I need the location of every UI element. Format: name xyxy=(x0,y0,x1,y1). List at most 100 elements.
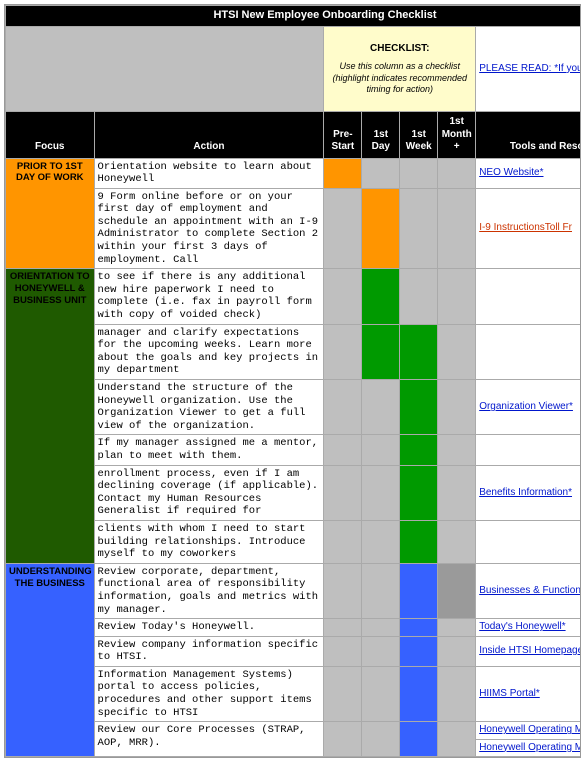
col-tools: Tools and Resources xyxy=(476,112,581,159)
timing-cell xyxy=(400,619,438,637)
timing-cell xyxy=(362,636,400,666)
table-row: UNDERSTANDING THE BUSINESS Review corpor… xyxy=(6,563,582,618)
resource-cell: I-9 InstructionsToll Fr xyxy=(476,188,581,269)
timing-cell xyxy=(362,380,400,435)
resource-cell xyxy=(476,435,581,465)
timing-cell xyxy=(400,666,438,721)
table-row: ORIENTATION TO HONEYWELL & BUSINESS UNIT… xyxy=(6,269,582,324)
timing-cell xyxy=(362,465,400,520)
resource-cell xyxy=(476,324,581,379)
resource-cell xyxy=(476,520,581,563)
header-blank xyxy=(6,27,324,112)
table-row: PRIOR TO 1ST DAY OF WORK Orientation web… xyxy=(6,158,582,188)
resource-cell: Today's Honeywell* xyxy=(476,619,581,637)
col-day1: 1st Day xyxy=(362,112,400,159)
timing-cell xyxy=(362,520,400,563)
timing-cell xyxy=(400,188,438,269)
resource-cell: Honeywell Operating Model* xyxy=(476,722,581,740)
resource-cell: Benefits Information* xyxy=(476,465,581,520)
timing-cell xyxy=(362,324,400,379)
section-orientation: ORIENTATION TO HONEYWELL & BUSINESS UNIT xyxy=(6,269,95,563)
section-prior: PRIOR TO 1ST DAY OF WORK xyxy=(6,158,95,269)
timing-cell xyxy=(324,563,362,618)
timing-cell xyxy=(324,269,362,324)
timing-cell xyxy=(438,722,476,757)
timing-cell xyxy=(324,465,362,520)
col-week1: 1st Week xyxy=(400,112,438,159)
timing-cell xyxy=(324,158,362,188)
timing-cell xyxy=(362,619,400,637)
col-action: Action xyxy=(94,112,324,159)
timing-cell xyxy=(324,520,362,563)
timing-cell xyxy=(362,435,400,465)
resource-cell: HIIMS Portal* xyxy=(476,666,581,721)
timing-cell xyxy=(438,465,476,520)
resource-cell xyxy=(476,269,581,324)
resource-link[interactable]: I-9 InstructionsToll Fr xyxy=(479,222,572,233)
resource-link[interactable]: NEO Website* xyxy=(479,167,543,178)
resource-link[interactable]: Businesses & Functions Site* xyxy=(479,585,581,596)
timing-cell xyxy=(362,722,400,757)
section-understanding: UNDERSTANDING THE BUSINESS xyxy=(6,563,95,757)
action-cell: enrollment process, even if I am declini… xyxy=(94,465,324,520)
timing-cell xyxy=(400,380,438,435)
action-cell: Review our Core Processes (STRAP, AOP, M… xyxy=(94,722,324,757)
timing-cell xyxy=(400,324,438,379)
timing-cell xyxy=(438,619,476,637)
action-cell: manager and clarify expectations for the… xyxy=(94,324,324,379)
resource-cell: Organization Viewer* xyxy=(476,380,581,435)
action-cell: If my manager assigned me a mentor, plan… xyxy=(94,435,324,465)
timing-cell xyxy=(400,636,438,666)
resource-cell: Honeywell Operating Model Vid xyxy=(476,739,581,757)
timing-cell xyxy=(324,380,362,435)
timing-cell xyxy=(400,465,438,520)
timing-cell xyxy=(400,563,438,618)
resource-link[interactable]: Honeywell Operating Model* xyxy=(479,724,581,735)
timing-cell xyxy=(438,324,476,379)
col-focus: Focus xyxy=(6,112,95,159)
timing-cell xyxy=(438,636,476,666)
action-cell: Review company information specific to H… xyxy=(94,636,324,666)
action-cell: Orientation website to learn about Honey… xyxy=(94,158,324,188)
title-bar: HTSI New Employee Onboarding Checklist xyxy=(6,6,582,27)
resource-link[interactable]: HIIMS Portal* xyxy=(479,688,540,699)
resource-link[interactable]: Honeywell Operating Model Vid xyxy=(479,742,581,753)
timing-cell xyxy=(362,563,400,618)
resource-cell: NEO Website* xyxy=(476,158,581,188)
spreadsheet: HTSI New Employee Onboarding Checklist C… xyxy=(4,4,581,758)
timing-cell xyxy=(324,636,362,666)
checklist-callout: CHECKLIST: Use this column as a checklis… xyxy=(324,27,476,112)
timing-cell xyxy=(324,666,362,721)
col-month1: 1st Month + xyxy=(438,112,476,159)
timing-cell xyxy=(324,324,362,379)
action-cell: Review Today's Honeywell. xyxy=(94,619,324,637)
resource-link[interactable]: Benefits Information* xyxy=(479,487,572,498)
action-cell: Understand the structure of the Honeywel… xyxy=(94,380,324,435)
timing-cell xyxy=(438,666,476,721)
action-cell: Information Management Systems) portal t… xyxy=(94,666,324,721)
please-read-link[interactable]: PLEASE READ: *If you are not xyxy=(479,63,581,74)
timing-cell xyxy=(400,269,438,324)
resource-link[interactable]: Organization Viewer* xyxy=(479,401,573,412)
resource-cell: Businesses & Functions Site* xyxy=(476,563,581,618)
action-cell: 9 Form online before or on your first da… xyxy=(94,188,324,269)
please-read-cell: PLEASE READ: *If you are not xyxy=(476,27,581,112)
action-cell: to see if there is any additional new hi… xyxy=(94,269,324,324)
timing-cell xyxy=(324,722,362,757)
checklist-title: CHECKLIST: xyxy=(327,43,472,56)
timing-cell xyxy=(438,188,476,269)
checklist-subtitle: Use this column as a checklist (highligh… xyxy=(327,61,472,95)
resource-link[interactable]: Today's Honeywell* xyxy=(479,621,565,632)
timing-cell xyxy=(324,619,362,637)
timing-cell xyxy=(362,188,400,269)
col-prestart: Pre-Start xyxy=(324,112,362,159)
timing-cell xyxy=(400,520,438,563)
timing-cell xyxy=(438,158,476,188)
onboarding-table: HTSI New Employee Onboarding Checklist C… xyxy=(5,5,581,757)
timing-cell xyxy=(400,435,438,465)
timing-cell xyxy=(400,158,438,188)
resource-link[interactable]: Inside HTSI Homepage* xyxy=(479,645,581,656)
timing-cell xyxy=(324,435,362,465)
timing-cell xyxy=(362,269,400,324)
timing-cell xyxy=(362,158,400,188)
